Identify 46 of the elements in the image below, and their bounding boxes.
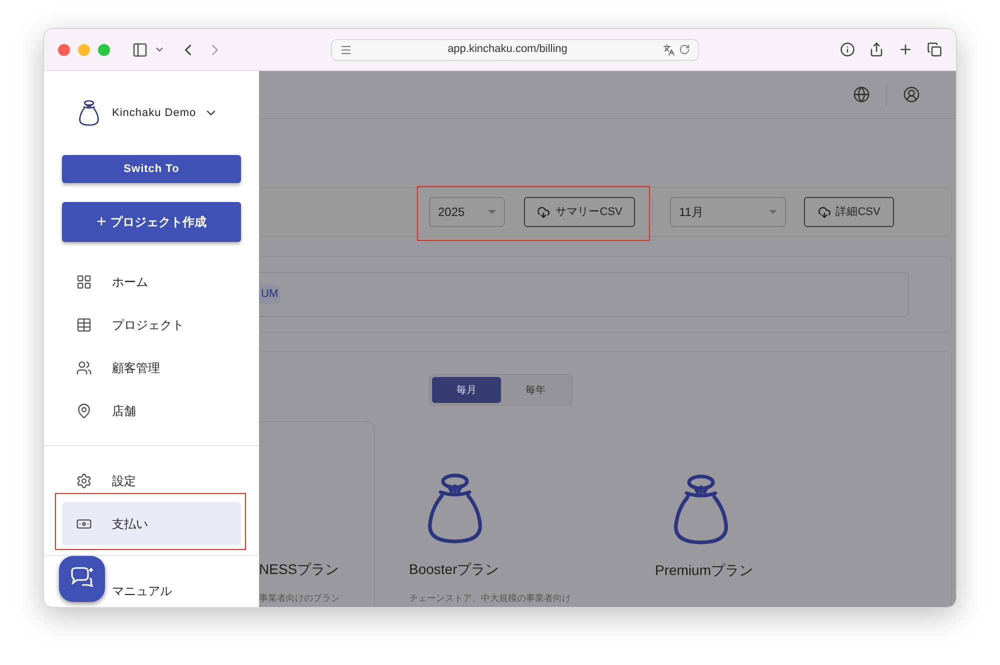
plan-name: NESSプラン: [259, 560, 340, 578]
new-tab-icon[interactable]: [898, 42, 913, 57]
share-icon[interactable]: [869, 42, 884, 57]
globe-icon[interactable]: [853, 86, 870, 103]
plan-description: 事業者向けのプラン: [259, 592, 341, 604]
pin-icon: [76, 402, 92, 418]
nav-item[interactable]: マニュアル: [112, 584, 172, 598]
project-name[interactable]: Kinchaku Demo: [112, 104, 196, 122]
billing-tab[interactable]: 毎年: [501, 377, 570, 403]
info-icon[interactable]: [840, 42, 855, 57]
create-project-button[interactable]: + プロジェクト作成: [62, 202, 241, 242]
plan-description: チェーンストア、中大規模の事業者向け: [409, 592, 572, 604]
user-icon[interactable]: [903, 86, 920, 103]
year-select[interactable]: 2025: [429, 197, 505, 227]
address-bar[interactable]: app.kinchaku.com/billing: [331, 38, 699, 60]
plan-name: Premiumプラン: [655, 561, 754, 580]
summary-csv-button[interactable]: サマリーCSV: [524, 197, 635, 227]
close-window-icon[interactable]: [58, 44, 70, 56]
page-menu-icon[interactable]: [340, 44, 352, 56]
bag-icon: [671, 474, 731, 546]
plan-name: Boosterプラン: [409, 560, 500, 578]
nav-item[interactable]: 顧客管理: [62, 346, 241, 389]
tabs-icon[interactable]: [927, 42, 942, 57]
settings-icon: [76, 472, 92, 488]
nav-item[interactable]: 支払い: [62, 502, 241, 545]
people-icon: [76, 360, 92, 376]
url-text: app.kinchaku.com/billing: [446, 42, 568, 58]
nav-item[interactable]: プロジェクト: [62, 303, 241, 346]
translate-icon[interactable]: [663, 44, 675, 56]
bag-icon: [425, 472, 485, 544]
detail-csv-button[interactable]: 詳細CSV: [804, 197, 894, 227]
month-select[interactable]: 11月: [670, 197, 786, 227]
logo-icon: [78, 100, 100, 126]
cloud-download-icon: [818, 206, 831, 218]
reload-icon[interactable]: [679, 44, 690, 55]
nav-item[interactable]: 店舗: [62, 389, 241, 432]
billing-tab[interactable]: 毎月: [432, 377, 501, 403]
table-icon: [76, 316, 92, 332]
nav-item[interactable]: ホーム: [62, 260, 241, 303]
grid-icon: [76, 274, 92, 290]
switch-button[interactable]: Switch To: [62, 155, 241, 183]
plan-chip: UM: [259, 285, 280, 304]
sidebar-toggle-icon[interactable]: [132, 42, 148, 58]
chat-button[interactable]: [59, 556, 105, 602]
cloud-download-icon: [536, 206, 550, 218]
nav-item[interactable]: 設定: [62, 459, 241, 502]
